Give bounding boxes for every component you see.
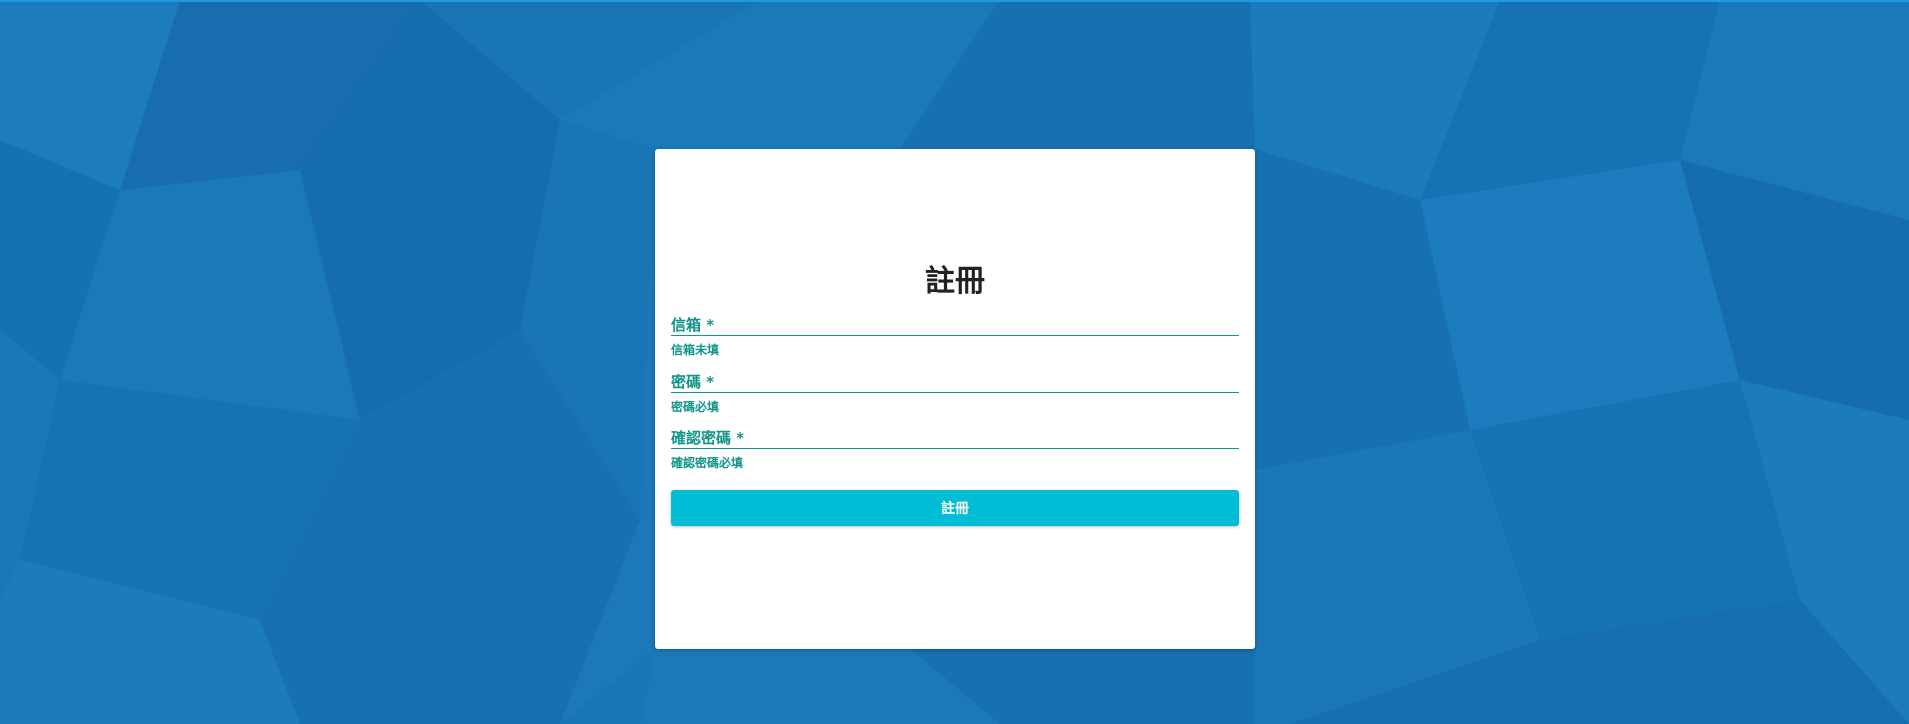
- page-title: 註冊: [925, 264, 985, 299]
- email-label: 信箱 *: [671, 316, 715, 334]
- confirm-password-label: 確認密碼 *: [671, 429, 745, 447]
- top-accent-line: [0, 0, 1909, 2]
- email-error-text: 信箱未填: [671, 343, 720, 357]
- password-input[interactable]: [671, 392, 1239, 393]
- email-input[interactable]: [671, 335, 1239, 336]
- register-card: 註冊 信箱 * 信箱未填 密碼 * 密碼必填 確認密碼 * 確認密碼必填 註冊: [655, 149, 1255, 649]
- email-field: 信箱 * 信箱未填: [671, 315, 1239, 358]
- confirm-password-field: 確認密碼 * 確認密碼必填: [671, 428, 1239, 471]
- password-label: 密碼 *: [671, 373, 715, 391]
- confirm-password-error-text: 確認密碼必填: [671, 456, 744, 470]
- password-field: 密碼 * 密碼必填: [671, 372, 1239, 415]
- register-button[interactable]: 註冊: [671, 490, 1239, 526]
- confirm-password-input[interactable]: [671, 448, 1239, 449]
- password-error-text: 密碼必填: [671, 400, 720, 414]
